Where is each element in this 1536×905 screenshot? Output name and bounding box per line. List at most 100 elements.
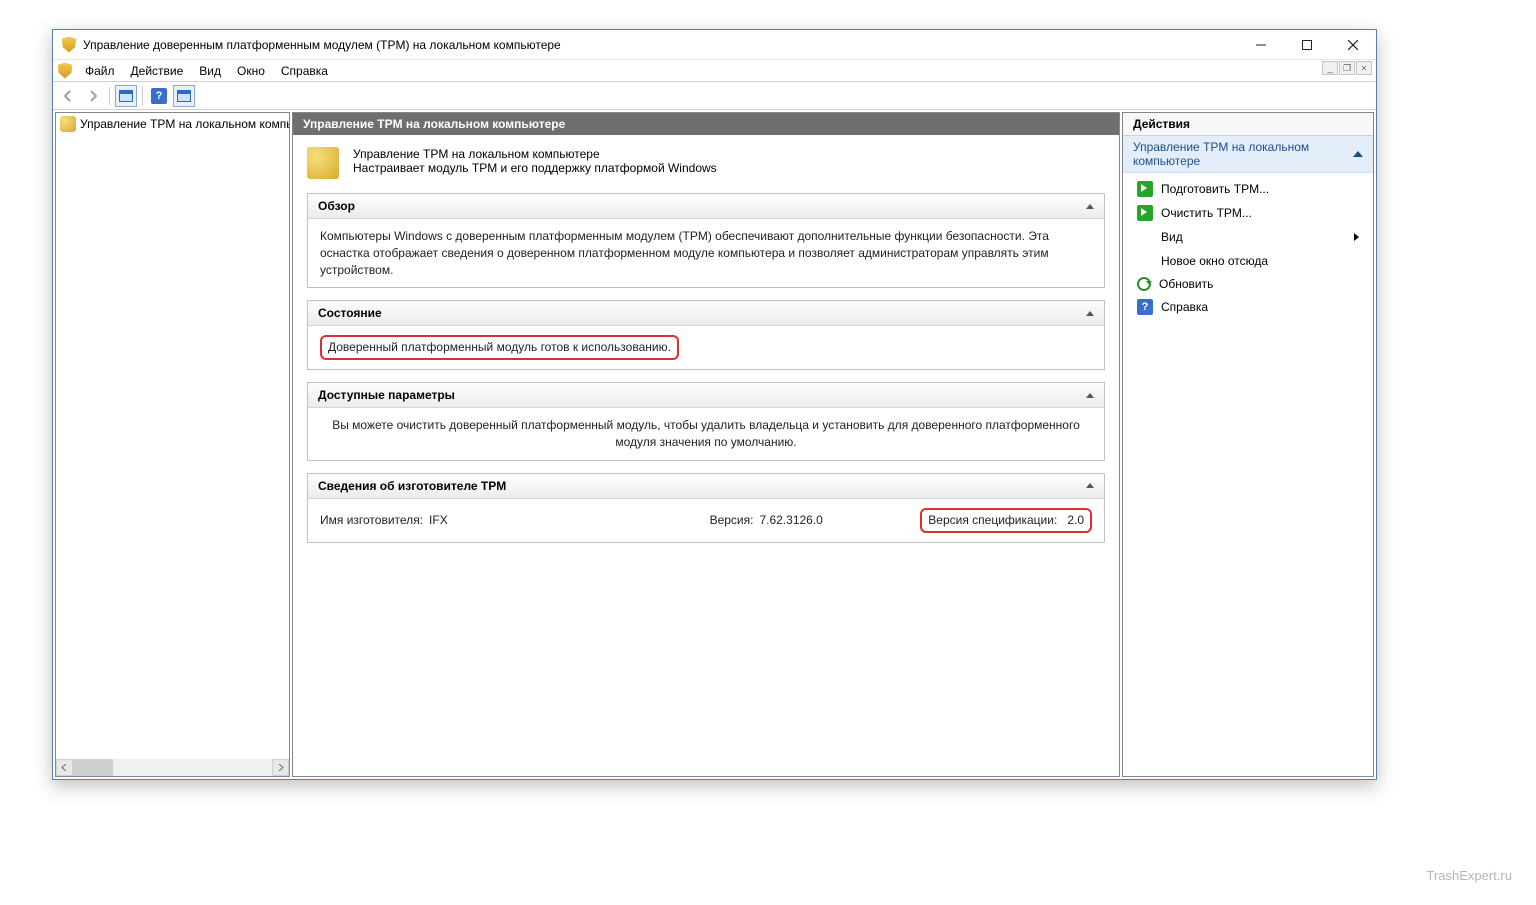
help-button[interactable]: ? xyxy=(148,85,170,107)
action-new-window[interactable]: Новое окно отсюда xyxy=(1123,249,1373,273)
main-area: Управление TPM на локальном компьютере У… xyxy=(53,110,1376,779)
content-header: Управление TPM на локальном компьютере xyxy=(293,113,1119,135)
action-refresh[interactable]: Обновить xyxy=(1123,273,1373,295)
window-controls xyxy=(1238,30,1376,59)
blank-icon xyxy=(1137,229,1153,245)
scroll-right-button[interactable] xyxy=(272,759,289,776)
minimize-button[interactable] xyxy=(1238,30,1284,59)
action-refresh-label: Обновить xyxy=(1159,277,1213,291)
status-text-highlighted: Доверенный платформенный модуль готов к … xyxy=(320,335,679,360)
intro-row: Управление TPM на локальном компьютере Н… xyxy=(307,147,1105,179)
action-prepare-tpm[interactable]: Подготовить TPM... xyxy=(1123,177,1373,201)
section-manufacturer-body: Имя изготовителя: IFX Версия: 7.62.3126.… xyxy=(308,499,1104,542)
intro-line2: Настраивает модуль TPM и его поддержку п… xyxy=(353,161,717,175)
menu-window[interactable]: Окно xyxy=(229,62,273,80)
tree-pane: Управление TPM на локальном компьютере xyxy=(55,112,290,777)
close-button[interactable] xyxy=(1330,30,1376,59)
forward-button[interactable] xyxy=(82,85,104,107)
manufacturer-row: Имя изготовителя: IFX Версия: 7.62.3126.… xyxy=(320,508,1092,533)
properties-button[interactable] xyxy=(115,85,137,107)
arrow-right-green-icon xyxy=(1137,205,1153,221)
back-button[interactable] xyxy=(57,85,79,107)
mdi-controls: _ ❐ × xyxy=(1322,61,1372,75)
manufacturer-version: Версия: 7.62.3126.0 xyxy=(620,512,912,529)
maximize-button[interactable] xyxy=(1284,30,1330,59)
section-overview-header[interactable]: Обзор xyxy=(308,194,1104,219)
menu-file[interactable]: Файл xyxy=(77,62,123,80)
intro-line1: Управление TPM на локальном компьютере xyxy=(353,147,717,161)
section-params: Доступные параметры Вы можете очистить д… xyxy=(307,382,1105,461)
actions-subtitle[interactable]: Управление TPM на локальном компьютере xyxy=(1123,136,1373,173)
tree-root-label: Управление TPM на локальном компьютере xyxy=(80,117,289,131)
section-manufacturer: Сведения об изготовителе TPM Имя изготов… xyxy=(307,473,1105,543)
spec-value: 2.0 xyxy=(1067,513,1084,527)
menu-action[interactable]: Действие xyxy=(123,62,192,80)
intro-text: Управление TPM на локальном компьютере Н… xyxy=(353,147,717,175)
manufacturer-version-value: 7.62.3126.0 xyxy=(759,512,822,529)
scroll-track[interactable] xyxy=(73,759,272,776)
action-view-label: Вид xyxy=(1161,230,1183,244)
menu-help[interactable]: Справка xyxy=(273,62,336,80)
section-status-body: Доверенный платформенный модуль готов к … xyxy=(308,326,1104,369)
mmc-window: Управление доверенным платформенным моду… xyxy=(52,29,1377,780)
section-status-title: Состояние xyxy=(318,306,382,320)
manufacturer-name-value: IFX xyxy=(429,512,448,529)
action-new-window-label: Новое окно отсюда xyxy=(1161,254,1268,268)
collapse-icon xyxy=(1353,151,1363,157)
tree-root-item[interactable]: Управление TPM на локальном компьютере xyxy=(56,113,289,135)
arrow-right-green-icon xyxy=(1137,181,1153,197)
mdi-minimize-button[interactable]: _ xyxy=(1322,61,1338,75)
spec-label: Версия спецификации: xyxy=(928,513,1057,527)
tpm-key-icon-large xyxy=(307,147,339,179)
horizontal-scrollbar[interactable] xyxy=(56,759,289,776)
section-overview: Обзор Компьютеры Windows с доверенным пл… xyxy=(307,193,1105,288)
window-title: Управление доверенным платформенным моду… xyxy=(83,38,1238,52)
manufacturer-version-label: Версия: xyxy=(710,512,754,529)
section-params-header[interactable]: Доступные параметры xyxy=(308,383,1104,408)
submenu-arrow-icon xyxy=(1354,233,1359,241)
app-icon xyxy=(61,37,77,53)
content-pane: Управление TPM на локальном компьютере У… xyxy=(292,112,1120,777)
spec-highlighted: Версия спецификации: 2.0 xyxy=(920,508,1092,533)
mdi-close-button[interactable]: × xyxy=(1356,61,1372,75)
section-manufacturer-header[interactable]: Сведения об изготовителе TPM xyxy=(308,474,1104,499)
scroll-left-button[interactable] xyxy=(56,759,73,776)
action-view[interactable]: Вид xyxy=(1123,225,1373,249)
chevron-up-icon xyxy=(1086,393,1094,398)
chevron-up-icon xyxy=(1086,311,1094,316)
toolbar-separator xyxy=(109,87,110,105)
window-icon xyxy=(177,90,191,102)
manufacturer-name-label: Имя изготовителя: xyxy=(320,512,423,529)
titlebar: Управление доверенным платформенным моду… xyxy=(53,30,1376,60)
manufacturer-name: Имя изготовителя: IFX xyxy=(320,512,612,529)
mdi-restore-button[interactable]: ❐ xyxy=(1339,61,1355,75)
menubar: Файл Действие Вид Окно Справка _ ❐ × xyxy=(53,60,1376,82)
action-list: Подготовить TPM... Очистить TPM... Вид Н… xyxy=(1123,173,1373,323)
manufacturer-spec: Версия спецификации: 2.0 xyxy=(920,508,1092,533)
section-manufacturer-title: Сведения об изготовителе TPM xyxy=(318,479,506,493)
actions-subtitle-label: Управление TPM на локальном компьютере xyxy=(1133,140,1353,168)
section-params-body: Вы можете очистить доверенный платформен… xyxy=(308,408,1104,460)
tpm-key-icon xyxy=(60,116,76,132)
chevron-up-icon xyxy=(1086,483,1094,488)
menu-view[interactable]: Вид xyxy=(191,62,229,80)
section-overview-title: Обзор xyxy=(318,199,355,213)
help-icon: ? xyxy=(151,88,167,104)
section-status: Состояние Доверенный платформенный модул… xyxy=(307,300,1105,370)
action-clear-tpm[interactable]: Очистить TPM... xyxy=(1123,201,1373,225)
window-icon xyxy=(119,90,133,102)
section-status-header[interactable]: Состояние xyxy=(308,301,1104,326)
action-help[interactable]: ? Справка xyxy=(1123,295,1373,319)
help-icon: ? xyxy=(1137,299,1153,315)
blank-icon xyxy=(1137,253,1153,269)
chevron-up-icon xyxy=(1086,204,1094,209)
scroll-thumb[interactable] xyxy=(73,759,113,776)
action-prepare-label: Подготовить TPM... xyxy=(1161,182,1269,196)
toolbar: ? xyxy=(53,82,1376,110)
app-icon-small xyxy=(57,63,73,79)
section-params-title: Доступные параметры xyxy=(318,388,455,402)
action-help-label: Справка xyxy=(1161,300,1208,314)
action-clear-label: Очистить TPM... xyxy=(1161,206,1252,220)
view-button[interactable] xyxy=(173,85,195,107)
actions-title: Действия xyxy=(1123,113,1373,136)
